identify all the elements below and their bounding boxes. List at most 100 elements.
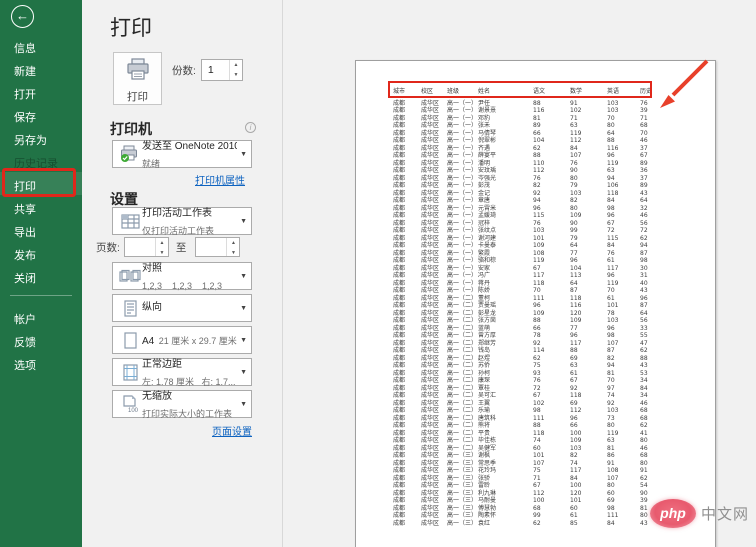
- table-row: 成都 成华区 高一（二） 王翼 102 69 92 46: [393, 399, 648, 407]
- collate-icon: [118, 268, 142, 284]
- printer-name: 发送至 OneNote 2010: [142, 141, 237, 152]
- paper-size-subtitle: 21 厘米 x 29.7 厘米: [158, 336, 237, 346]
- table-row: 成都 成华区 高一（二） 覃桂 72 92 97 84: [393, 384, 648, 392]
- table-row: 成都 成华区 高一（一） 谢景熹 116 102 103 39: [393, 107, 648, 114]
- table-row: 成都 成华区 高一（一） 倪翠彬 104 112 88 46: [393, 137, 648, 144]
- sidebar-item-info[interactable]: 信息: [0, 34, 82, 57]
- table-row: 成都 成华区 高一（二） 郑继芳 92 117 107 47: [393, 339, 648, 347]
- page-title: 打印: [110, 17, 152, 40]
- table-body: 成都 成华区 高一（一） 尹任 88 91 103 76 成都 成华区 高一（一） 谢景熹 116 102…: [393, 100, 715, 528]
- pages-from-stepper[interactable]: ▲ ▼: [123, 237, 169, 257]
- printer-properties-link[interactable]: 打印机属性: [195, 172, 245, 187]
- preview-table: 城市 校区 班级 姓名 语文 数学 英语 历史 成都 成华区 高一（一） 尹任 88 91 103 76 成都…: [356, 88, 715, 527]
- sidebar-item-close[interactable]: 关闭: [0, 264, 82, 287]
- print-what-title: 打印活动工作表: [142, 208, 212, 219]
- sidebar-nav: 信息 新建 打开 保存 另存为历史记录 打印 共享 导出 发布 关闭帐户 反馈 选项: [0, 34, 82, 374]
- table-row: 成都 成华区 高一（二） 平贵 118 100 119 41: [393, 429, 648, 437]
- print-button[interactable]: 打印: [113, 52, 162, 105]
- print-button-label: 打印: [127, 91, 148, 103]
- collation-dropdown[interactable]: 对照 1,2,3 1,2,3 1,2,3 ▼: [112, 262, 252, 291]
- table-row: 成都 成华区 高一（一） 邓豹 81 71 70 71: [393, 114, 648, 122]
- table-row: 成都 成华区 高一（二） 熊将 88 66 80 62: [393, 422, 648, 429]
- sidebar-item-save-as[interactable]: 另存为: [0, 126, 82, 149]
- print-highlight-annotation: [2, 168, 76, 197]
- table-row: 成都 成华区 高一（二） 赵煜 62 69 82 88: [393, 354, 648, 362]
- print-what-subtitle: 仅打印活动工作表: [142, 226, 215, 236]
- table-row: 成都 成华区 高一（一） 金记 92 103 118 43: [393, 189, 648, 197]
- table-row: 成都 成华区 高一（三） 张骄 71 84 107 62: [393, 474, 648, 482]
- chevron-down-icon: ▼: [240, 150, 247, 158]
- back-arrow-button[interactable]: ←: [11, 5, 34, 28]
- table-row: 成都 成华区 高一（一） 繁霞 108 77 76 87: [393, 249, 648, 257]
- scaling-title: 无缩放: [142, 391, 172, 402]
- table-row: 成都 成华区 高一（二） 吴健军 60 103 81 46: [393, 444, 648, 452]
- chevron-down-icon: ▼: [240, 400, 247, 408]
- table-row: 成都 成华区 高一（二） 苏侨 75 63 94 43: [393, 362, 648, 369]
- scaling-icon: 100: [118, 395, 142, 413]
- table-row: 成都 成华区 高一（二） 毕佳栋 74 109 63 80: [393, 437, 648, 444]
- copies-label: 份数:: [172, 64, 196, 77]
- paper-size-title: A4: [142, 336, 155, 347]
- table-row: 成都 成华区 高一（二） 康琛 76 67 70 34: [393, 377, 648, 384]
- page-setup-link[interactable]: 页面设置: [212, 423, 252, 438]
- pages-to-stepper[interactable]: ▲ ▼: [195, 237, 241, 257]
- chevron-down-icon: ▼: [240, 217, 247, 225]
- printer-selector-dropdown[interactable]: 发送至 OneNote 2010 就绪 ▼: [112, 140, 252, 169]
- sidebar-item-save[interactable]: 保存: [0, 103, 82, 126]
- table-row: 成都 成华区 高一（一） 陈娇 70 87 70 43: [393, 287, 648, 294]
- sidebar-item-feedback[interactable]: 反馈: [0, 328, 82, 351]
- table-row: 成都 成华区 高一（一） 彭茂 82 79 106 89: [393, 182, 648, 189]
- table-row: 成都 成华区 高一（一） 尹任 88 91 103 76: [393, 99, 648, 107]
- table-row: 成都 成华区 高一（二） 乐瑜 98 112 103 68: [393, 407, 648, 414]
- table-row: 成都 成华区 高一（一） 安玟瑀 112 90 63 36: [393, 167, 648, 174]
- backstage-sidebar: ← 信息 新建 打开 保存 另存为历史记录 打印 共享 导出 发布 关闭帐户 反馈 选项: [0, 0, 82, 547]
- table-row: 成都 成华区 高一（一） 马倩琴 66 119 64 70: [393, 129, 648, 137]
- preview-page: 城市 校区 班级 姓名 语文 数学 英语 历史 成都 成华区 高一（一） 尹任 88 91 103 76 成都…: [355, 60, 716, 547]
- table-row: 成都 成华区 高一（二） 董柯 111 118 61 96: [393, 294, 648, 302]
- sidebar-item-account[interactable]: 帐户: [0, 305, 82, 328]
- sidebar-item-history: 历史记录: [14, 158, 58, 170]
- chevron-down-icon: ▼: [240, 336, 247, 344]
- sidebar-item-publish[interactable]: 发布: [0, 241, 82, 264]
- print-settings-panel: 打印 打印 份数: 1 ▲ ▼ 打印机 i 发送至 OneNote 2010 就…: [82, 0, 283, 547]
- sidebar-item-open[interactable]: 打开: [0, 80, 82, 103]
- print-what-dropdown[interactable]: 打印活动工作表 仅打印活动工作表 ▼: [112, 207, 252, 236]
- margins-dropdown[interactable]: 正常边距 左: 1.78 厘米 右: 1.7... ▼: [112, 358, 252, 387]
- sidebar-item-print[interactable]: 打印: [0, 168, 82, 197]
- table-row: 成都 成华区 高一（一） 蒋丹 118 64 119 40: [393, 279, 648, 287]
- copies-spin-buttons[interactable]: ▲ ▼: [228, 60, 242, 80]
- table-row: 成都 成华区 高一（三） 花玲玛 75 117 108 91: [393, 467, 648, 474]
- table-header-row: 城市 校区 班级 姓名 语文 数学 英语 历史: [393, 88, 653, 95]
- pages-from-spin-buttons[interactable]: ▲ ▼: [154, 238, 168, 256]
- sidebar-divider: [10, 295, 72, 296]
- sidebar-item-options[interactable]: 选项: [0, 351, 82, 374]
- paper-size-dropdown[interactable]: A4 21 厘米 x 29.7 厘米 ▼: [112, 326, 252, 354]
- svg-text:100: 100: [128, 408, 139, 413]
- printer-info-icon[interactable]: i: [245, 122, 256, 133]
- copies-stepper[interactable]: 1 ▲ ▼: [200, 59, 243, 81]
- print-preview-area: 城市 校区 班级 姓名 语文 数学 英语 历史 成都 成华区 高一（一） 尹任 88 91 103 76 成都…: [283, 0, 756, 547]
- pages-to-spin-buttons[interactable]: ▲ ▼: [226, 238, 239, 256]
- table-row: 成都 成华区 高一（一） 谢河建 101 79 115 62: [393, 234, 648, 242]
- table-row: 成都 成华区 高一（一） 岑强光 76 80 94 37: [393, 174, 648, 182]
- scaling-dropdown[interactable]: 100 无缩放 打印实际大小的工作表 ▼: [112, 390, 252, 419]
- table-row: 成都 成华区 高一（二） 贾曼瑶 96 116 101 87: [393, 302, 648, 309]
- sidebar-item-export[interactable]: 导出: [0, 218, 82, 241]
- table-row: 成都 成华区 高一（二） 彭星龙 109 120 78 64: [393, 309, 648, 317]
- table-row: 成都 成华区 高一（一） 章唐 94 82 84 64: [393, 197, 648, 204]
- table-row: 成都 成华区 高一（一） 冠梓 76 90 67 56: [393, 219, 648, 227]
- sidebar-item-share[interactable]: 共享: [0, 195, 82, 218]
- table-row: 成都 成华区 高一（一） 薛宴平 88 107 96 67: [393, 152, 648, 159]
- table-row: 成都 成华区 高一（二） 吴可汇 67 118 74 34: [393, 392, 648, 399]
- table-row: 成都 成华区 高一（一） 元霄米 96 80 98 32: [393, 204, 648, 212]
- pages-to-label: 至: [175, 241, 187, 254]
- sidebar-item-new[interactable]: 新建: [0, 57, 82, 80]
- collation-subtitle: 1,2,3 1,2,3 1,2,3: [142, 281, 223, 291]
- table-row: 成都 成华区 高一（一） 潘明 110 76 119 89: [393, 159, 648, 167]
- portrait-icon: [118, 299, 142, 317]
- collation-title: 对照: [142, 263, 162, 274]
- orientation-dropdown[interactable]: 纵向 ▼: [112, 294, 252, 322]
- table-row: 成都 成华区 高一（一） 张纹点 103 99 72 72: [393, 227, 648, 234]
- table-row: 成都 成华区 高一（一） 卡曼泰 109 64 84 94: [393, 242, 648, 249]
- table-row: 成都 成华区 高一（二） 孙柯 93 61 81 53: [393, 369, 648, 377]
